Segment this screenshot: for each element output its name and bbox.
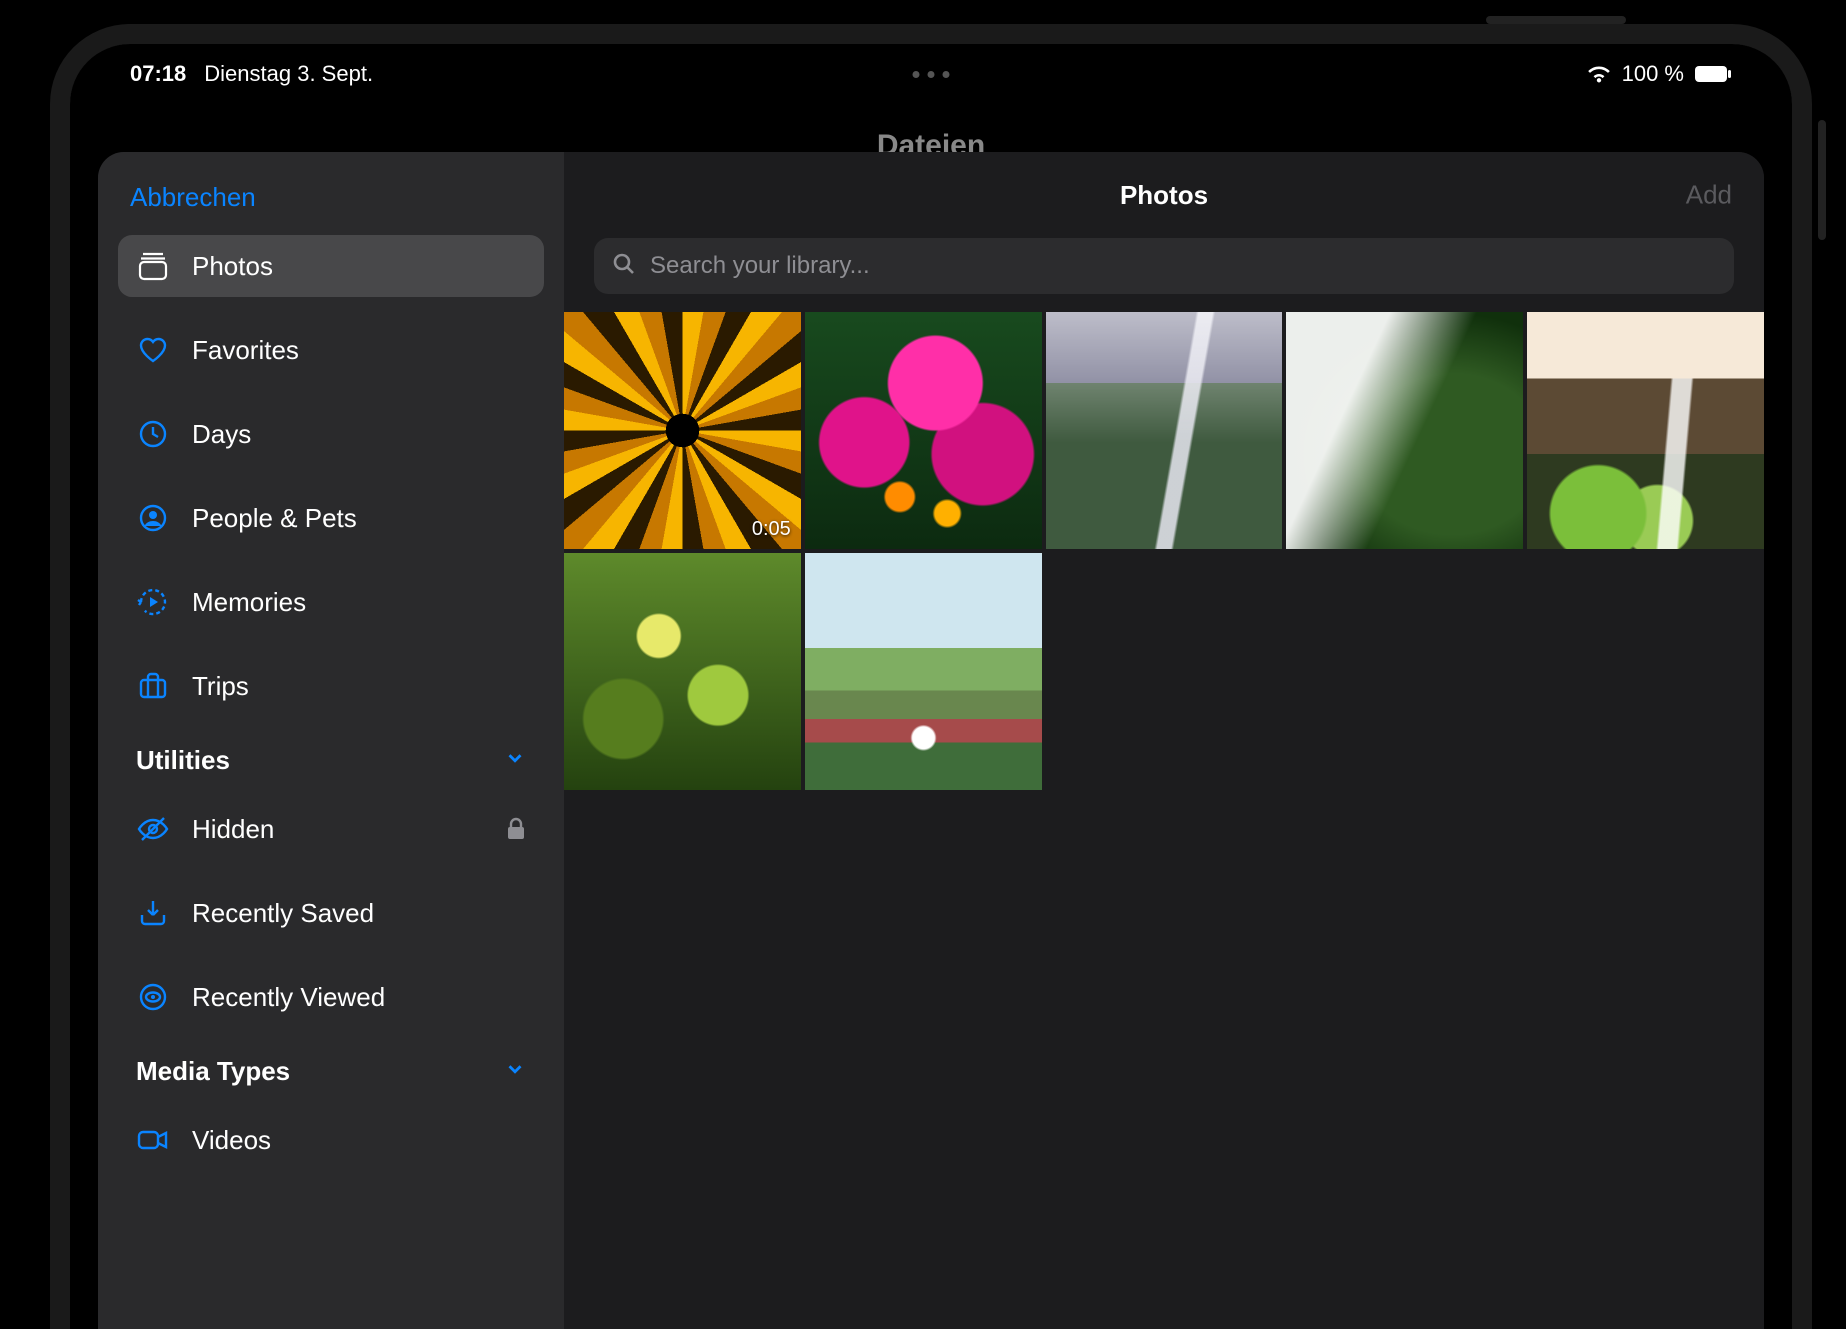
search-bar[interactable] xyxy=(594,238,1734,294)
screen: 07:18 Dienstag 3. Sept. 100 % Dateien xyxy=(70,44,1792,1329)
device-frame: 07:18 Dienstag 3. Sept. 100 % Dateien xyxy=(50,24,1812,1329)
photo-thumbnail[interactable] xyxy=(805,312,1042,549)
sidebar-item-memories[interactable]: Memories xyxy=(118,571,544,633)
sidebar-item-label: Days xyxy=(192,419,526,450)
memories-icon xyxy=(136,585,170,619)
sidebar-item-hidden[interactable]: Hidden xyxy=(118,798,544,860)
heart-icon xyxy=(136,333,170,367)
download-tray-icon xyxy=(136,896,170,930)
photo-grid: 0:05 xyxy=(564,312,1764,790)
sidebar-item-label: Hidden xyxy=(192,814,484,845)
sidebar-item-photos[interactable]: Photos xyxy=(118,235,544,297)
sidebar-item-label: Photos xyxy=(192,251,526,282)
section-title: Utilities xyxy=(136,745,230,776)
add-button[interactable]: Add xyxy=(1686,180,1732,211)
sidebar-item-recently-saved[interactable]: Recently Saved xyxy=(118,882,544,944)
sidebar-item-trips[interactable]: Trips xyxy=(118,655,544,717)
chevron-down-icon xyxy=(504,745,526,776)
sidebar-item-label: Recently Saved xyxy=(192,898,526,929)
section-title: Media Types xyxy=(136,1056,290,1087)
device-top-button xyxy=(1486,16,1626,24)
status-left: 07:18 Dienstag 3. Sept. xyxy=(130,61,373,87)
photo-thumbnail[interactable] xyxy=(1286,312,1523,549)
battery-percent: 100 % xyxy=(1622,61,1684,87)
eye-circle-icon xyxy=(136,980,170,1014)
video-duration-badge: 0:05 xyxy=(752,518,791,541)
photo-thumbnail[interactable] xyxy=(1046,312,1283,549)
device-side-button xyxy=(1818,120,1826,240)
person-circle-icon xyxy=(136,501,170,535)
sidebar-item-label: Trips xyxy=(192,671,526,702)
status-time: 07:18 xyxy=(130,61,186,87)
search-input[interactable] xyxy=(650,252,1716,280)
chevron-down-icon xyxy=(504,1056,526,1087)
sidebar-section-media-types[interactable]: Media Types xyxy=(118,1050,544,1087)
sidebar-item-recently-viewed[interactable]: Recently Viewed xyxy=(118,966,544,1028)
sidebar-section-utilities[interactable]: Utilities xyxy=(118,739,544,776)
search-icon xyxy=(612,252,636,281)
sidebar-item-days[interactable]: Days xyxy=(118,403,544,465)
sidebar-item-label: People & Pets xyxy=(192,503,526,534)
sidebar-item-label: Videos xyxy=(192,1125,526,1156)
sidebar-item-people-pets[interactable]: People & Pets xyxy=(118,487,544,549)
photo-thumbnail[interactable]: 0:05 xyxy=(564,312,801,549)
page-title: Photos xyxy=(1120,180,1208,211)
sidebar-item-label: Recently Viewed xyxy=(192,982,526,1013)
dot-icon xyxy=(928,71,935,78)
clock-icon xyxy=(136,417,170,451)
photos-icon xyxy=(136,249,170,283)
cancel-button[interactable]: Abbrechen xyxy=(130,182,256,213)
status-date: Dienstag 3. Sept. xyxy=(204,61,373,87)
sidebar-item-favorites[interactable]: Favorites xyxy=(118,319,544,381)
dot-icon xyxy=(913,71,920,78)
battery-icon xyxy=(1694,65,1732,83)
sidebar-item-label: Favorites xyxy=(192,335,526,366)
sidebar: Abbrechen Photos Favorites xyxy=(98,152,564,1329)
status-right: 100 % xyxy=(1586,61,1732,87)
main-content: Photos Add 0:05 xyxy=(564,152,1764,1329)
dot-icon xyxy=(943,71,950,78)
wifi-icon xyxy=(1586,64,1612,84)
multitask-dots[interactable] xyxy=(913,71,950,78)
sidebar-item-label: Memories xyxy=(192,587,526,618)
lock-icon xyxy=(506,817,526,841)
status-bar: 07:18 Dienstag 3. Sept. 100 % xyxy=(70,44,1792,104)
photo-thumbnail[interactable] xyxy=(805,553,1042,790)
sidebar-item-videos[interactable]: Videos xyxy=(118,1109,544,1171)
photo-thumbnail[interactable] xyxy=(1527,312,1764,549)
sidebar-top: Abbrechen xyxy=(118,170,544,235)
video-icon xyxy=(136,1123,170,1157)
photo-thumbnail[interactable] xyxy=(564,553,801,790)
photo-picker-sheet: Abbrechen Photos Favorites xyxy=(98,152,1764,1329)
main-header: Photos Add xyxy=(564,152,1764,238)
suitcase-icon xyxy=(136,669,170,703)
eye-slash-icon xyxy=(136,812,170,846)
